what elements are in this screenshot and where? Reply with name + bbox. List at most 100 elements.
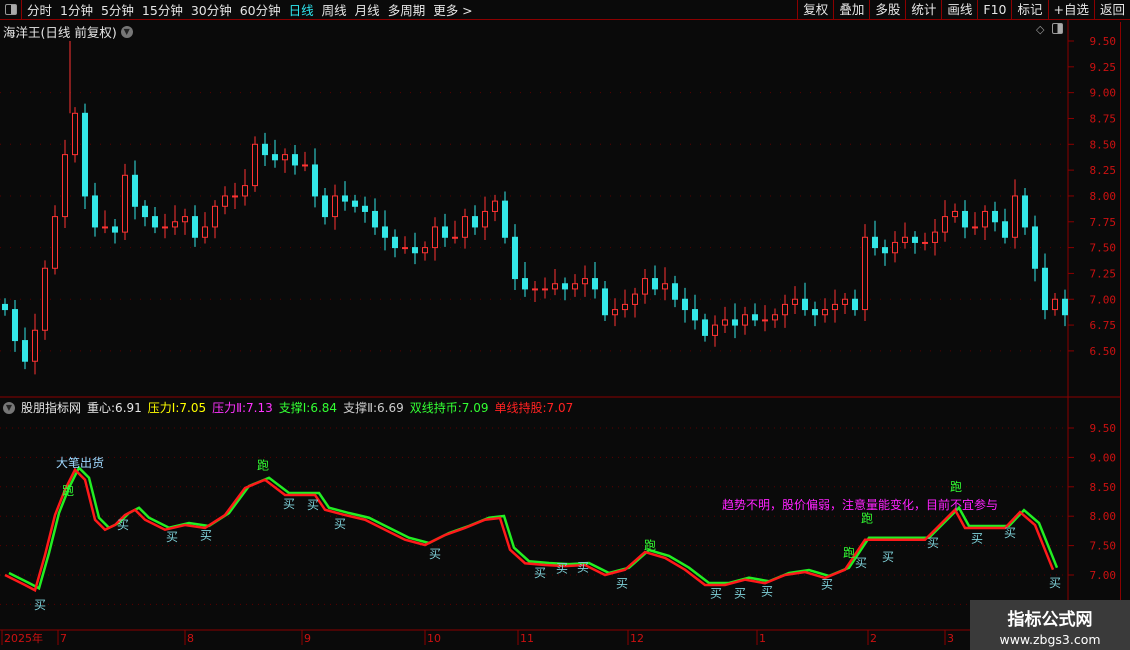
candle bbox=[682, 298, 688, 311]
date-label: 2 bbox=[870, 632, 877, 645]
candle bbox=[222, 195, 228, 207]
candle bbox=[1032, 226, 1038, 269]
candle bbox=[872, 236, 878, 249]
candle bbox=[542, 288, 548, 291]
date-label: 8 bbox=[187, 632, 194, 645]
candle bbox=[512, 236, 518, 280]
candle bbox=[72, 112, 78, 156]
buy-signal: 买 bbox=[200, 529, 212, 543]
candle bbox=[42, 267, 48, 331]
y-tick-label: 8.00 bbox=[1090, 510, 1117, 523]
y-tick-label: 8.50 bbox=[1090, 481, 1117, 494]
candle bbox=[232, 195, 238, 198]
buy-signal: 买 bbox=[166, 530, 178, 544]
candle bbox=[352, 200, 358, 207]
candle bbox=[692, 309, 698, 321]
candle bbox=[192, 216, 198, 238]
candle bbox=[822, 309, 828, 316]
candle bbox=[1022, 195, 1028, 228]
y-tick-label: 9.00 bbox=[1090, 451, 1117, 464]
candle bbox=[282, 154, 288, 161]
candle bbox=[962, 210, 968, 228]
candle bbox=[492, 200, 498, 212]
candle bbox=[202, 226, 208, 238]
candle bbox=[572, 283, 578, 290]
candle bbox=[502, 200, 508, 238]
candle bbox=[912, 236, 918, 243]
candle bbox=[32, 329, 38, 362]
candle bbox=[882, 247, 888, 254]
candle bbox=[762, 319, 768, 322]
candle bbox=[982, 210, 988, 228]
candle bbox=[402, 247, 408, 250]
candle bbox=[582, 278, 588, 285]
run-signal: 跑 bbox=[257, 459, 269, 473]
y-tick-label: 9.25 bbox=[1090, 61, 1117, 74]
buy-signal: 买 bbox=[534, 566, 546, 580]
candle bbox=[242, 185, 248, 197]
candle bbox=[632, 293, 638, 305]
candle bbox=[802, 298, 808, 311]
candle bbox=[322, 195, 328, 218]
candle bbox=[1042, 267, 1048, 311]
candle bbox=[892, 241, 898, 254]
candle bbox=[712, 324, 718, 336]
date-label: 9 bbox=[304, 632, 311, 645]
candle bbox=[642, 278, 648, 295]
candle bbox=[12, 309, 18, 342]
candle bbox=[922, 241, 928, 244]
candle bbox=[862, 236, 868, 311]
candle bbox=[972, 226, 978, 229]
buy-signal: 买 bbox=[616, 576, 628, 590]
run-signal: 跑 bbox=[861, 512, 873, 526]
candle bbox=[902, 236, 908, 243]
candle bbox=[172, 221, 178, 228]
run-signal: 跑 bbox=[644, 539, 656, 553]
candle bbox=[1012, 195, 1018, 238]
y-tick-label: 9.50 bbox=[1090, 35, 1117, 48]
candle bbox=[522, 278, 528, 290]
chart-canvas[interactable]: 9.50 9.25 9.00 8.75 8.50 8.25 8.00 7.75 7.50 7.25… bbox=[0, 0, 1120, 650]
candle bbox=[2, 303, 8, 311]
y-tick-label: 9.50 bbox=[1090, 422, 1117, 435]
buy-signal: 买 bbox=[307, 498, 319, 512]
candle bbox=[92, 195, 98, 228]
candle bbox=[422, 247, 428, 254]
candle bbox=[342, 195, 348, 202]
buy-signal: 买 bbox=[334, 517, 346, 531]
y-tick-label: 6.75 bbox=[1090, 319, 1117, 332]
buy-signal: 买 bbox=[882, 550, 894, 564]
candle bbox=[142, 205, 148, 218]
candle bbox=[112, 226, 118, 233]
candle bbox=[182, 216, 188, 223]
candle bbox=[472, 216, 478, 228]
candle bbox=[462, 216, 468, 238]
candle bbox=[952, 210, 958, 218]
buy-signal: 买 bbox=[429, 547, 441, 561]
y-tick-label: 8.75 bbox=[1090, 112, 1117, 125]
buy-signal: 买 bbox=[577, 560, 589, 574]
big-sell-signal: 大笔出货 bbox=[56, 455, 104, 470]
candle bbox=[152, 216, 158, 228]
date-label: 10 bbox=[427, 632, 441, 645]
y-tick-label: 7.50 bbox=[1090, 242, 1117, 255]
candle bbox=[722, 319, 728, 326]
candle bbox=[312, 164, 318, 197]
candle bbox=[452, 236, 458, 239]
candle bbox=[672, 283, 678, 300]
candle bbox=[932, 231, 938, 243]
buy-signal: 买 bbox=[971, 532, 983, 546]
buy-signal: 买 bbox=[927, 536, 939, 550]
candle bbox=[332, 195, 338, 218]
watermark-url: www.zbgs3.com bbox=[999, 632, 1101, 647]
candle bbox=[592, 278, 598, 290]
y-tick-label: 7.25 bbox=[1090, 267, 1117, 280]
candle bbox=[372, 210, 378, 228]
date-label: 11 bbox=[520, 632, 534, 645]
y-tick-label: 8.00 bbox=[1090, 190, 1117, 203]
buy-signal: 买 bbox=[1004, 526, 1016, 540]
candle bbox=[992, 210, 998, 223]
buy-signal: 买 bbox=[34, 598, 46, 612]
buy-signal: 买 bbox=[710, 586, 722, 600]
y-tick-label: 7.50 bbox=[1090, 540, 1117, 553]
